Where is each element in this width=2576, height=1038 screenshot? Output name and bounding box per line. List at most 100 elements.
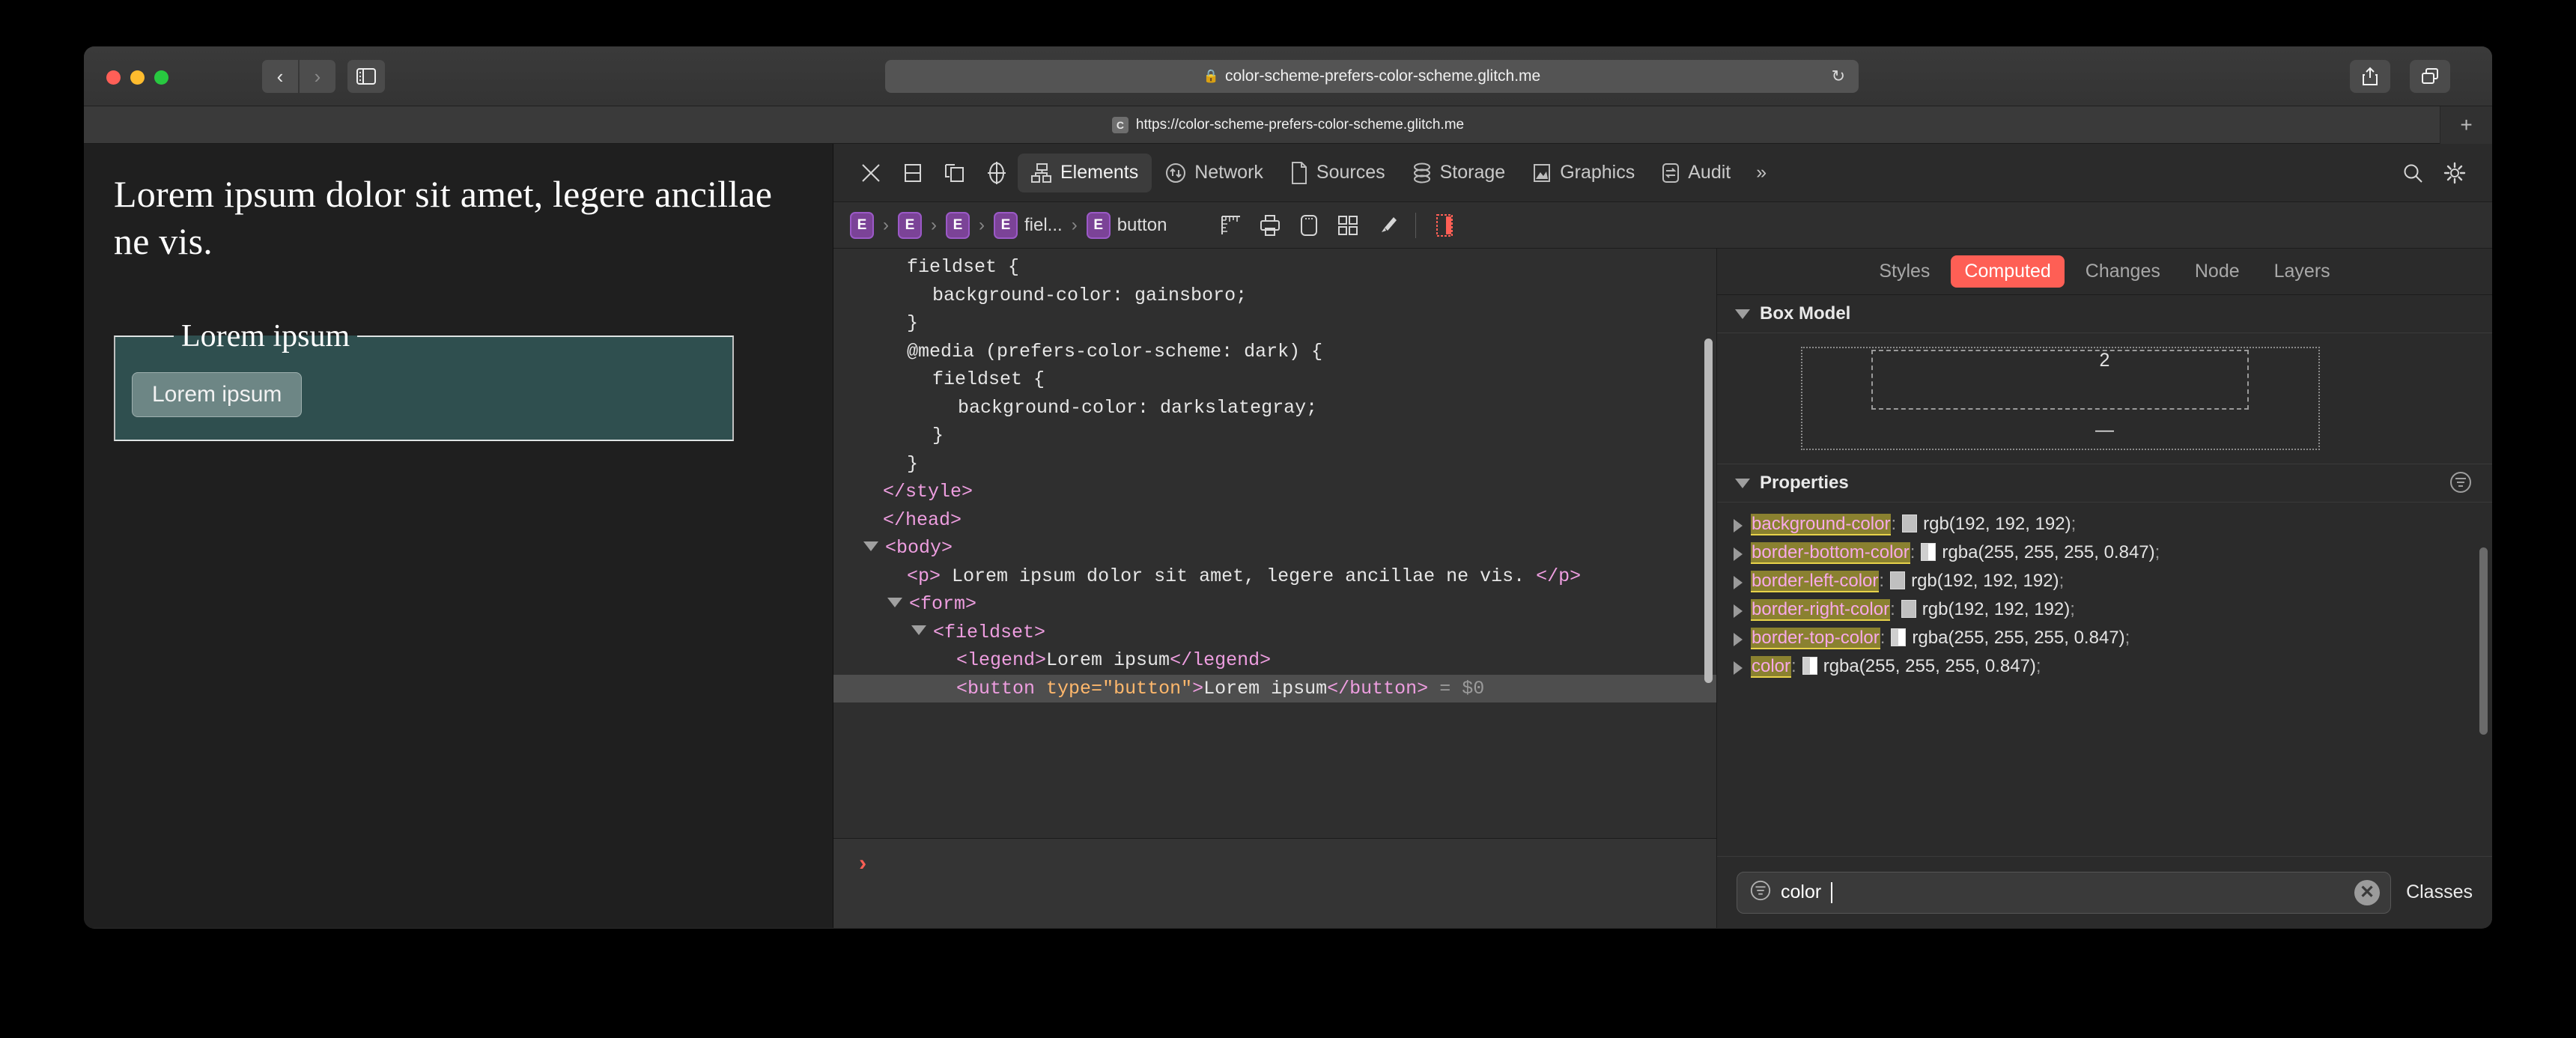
breadcrumb-item-1[interactable]: E xyxy=(898,211,922,239)
dom-tree-scrollbar[interactable] xyxy=(1704,339,1713,683)
share-button[interactable] xyxy=(2350,60,2390,93)
color-swatch[interactable] xyxy=(1901,600,1916,619)
highlight-element-button[interactable] xyxy=(1425,208,1464,243)
dom-line[interactable]: } xyxy=(833,309,1716,338)
dock-bottom-button[interactable] xyxy=(892,152,934,194)
devtools-close-button[interactable] xyxy=(850,152,892,194)
breadcrumb-item-button[interactable]: E button xyxy=(1086,211,1167,239)
maximize-window-button[interactable] xyxy=(154,70,168,85)
new-tab-button[interactable]: + xyxy=(2440,106,2492,144)
styles-sidebar-tabs: Styles Computed Changes Node Layers xyxy=(1717,249,2492,295)
color-swatch[interactable] xyxy=(1902,515,1918,532)
property-row[interactable]: background-color: rgb(192, 192, 192); xyxy=(1717,510,2492,538)
breadcrumb-item-fieldset[interactable]: E fiel... xyxy=(994,211,1063,239)
dock-side-button[interactable] xyxy=(934,152,976,194)
properties-filter-button[interactable] xyxy=(2449,470,2473,500)
collapse-triangle-icon[interactable] xyxy=(863,541,878,551)
property-value: rgb(192, 192, 192) xyxy=(1922,599,2071,620)
properties-section-header[interactable]: Properties xyxy=(1717,464,2492,503)
tab-node[interactable]: Node xyxy=(2181,255,2253,288)
tab-network[interactable]: Network xyxy=(1152,154,1277,192)
collapse-triangle-icon[interactable] xyxy=(911,625,926,636)
box-model-title: Box Model xyxy=(1760,303,1851,324)
tab-layers[interactable]: Layers xyxy=(2261,255,2344,288)
dock-bottom-icon xyxy=(905,163,921,182)
expand-triangle-icon[interactable] xyxy=(1734,547,1743,562)
back-button[interactable]: ‹ xyxy=(262,60,298,93)
chevron-down-icon xyxy=(1735,309,1750,319)
reload-icon[interactable]: ↻ xyxy=(1832,67,1845,86)
dom-line[interactable]: background-color: darkslategray; xyxy=(833,394,1716,422)
expand-triangle-icon[interactable] xyxy=(1734,604,1743,619)
page-button[interactable]: Lorem ipsum xyxy=(132,372,303,417)
dom-line-fieldset[interactable]: <fieldset> xyxy=(833,619,1716,647)
tab-styles[interactable]: Styles xyxy=(1865,255,1943,288)
property-row[interactable]: border-left-color: rgb(192, 192, 192); xyxy=(1717,567,2492,595)
expand-triangle-icon[interactable] xyxy=(1734,519,1743,532)
dom-line-button-selected[interactable]: <button type="button">Lorem ipsum</butto… xyxy=(833,674,1716,702)
close-window-button[interactable] xyxy=(106,70,121,85)
dom-line-legend[interactable]: <legend>Lorem ipsum</legend> xyxy=(833,646,1716,675)
dom-line[interactable]: </style> xyxy=(833,478,1716,506)
grid-button[interactable] xyxy=(1328,208,1367,243)
dom-line-form[interactable]: <form> xyxy=(833,590,1716,619)
tab-overview-button[interactable] xyxy=(2410,60,2450,93)
print-button[interactable] xyxy=(1251,208,1289,243)
browser-tab[interactable]: C https://color-scheme-prefers-color-sch… xyxy=(1111,116,1464,133)
clear-filter-button[interactable]: ✕ xyxy=(2354,879,2381,905)
dom-line[interactable]: } xyxy=(833,422,1716,450)
expand-triangle-icon[interactable] xyxy=(1734,576,1743,590)
tab-audit[interactable]: Audit xyxy=(1648,154,1744,192)
color-swatch[interactable] xyxy=(1890,571,1906,590)
minimize-window-button[interactable] xyxy=(130,70,145,85)
expand-triangle-icon[interactable] xyxy=(1734,633,1743,647)
dom-line[interactable]: @media (prefers-color-scheme: dark) { xyxy=(833,338,1716,366)
property-row[interactable]: border-bottom-color: rgba(255, 255, 255, … xyxy=(1717,538,2492,567)
dom-line-p[interactable]: <p> Lorem ipsum dolor sit amet, legere a… xyxy=(833,562,1716,591)
paintbrush-button[interactable] xyxy=(1367,208,1406,243)
dom-line[interactable]: background-color: gainsboro; xyxy=(833,282,1716,310)
tab-changes[interactable]: Changes xyxy=(2072,255,2174,288)
breadcrumb-item-2[interactable]: E xyxy=(946,211,970,239)
tab-computed[interactable]: Computed xyxy=(1951,255,2065,288)
tab-sources[interactable]: Sources xyxy=(1277,154,1399,192)
dom-line[interactable]: fieldset { xyxy=(833,365,1716,394)
classes-button[interactable]: Classes xyxy=(2406,881,2473,903)
collapse-triangle-icon[interactable] xyxy=(887,597,902,607)
more-tabs-button[interactable]: » xyxy=(1744,162,1778,183)
color-swatch[interactable] xyxy=(1802,657,1817,676)
elements-tree-icon xyxy=(1031,163,1052,183)
tab-elements[interactable]: Elements xyxy=(1018,153,1152,192)
property-row[interactable]: color: rgba(255, 255, 255, 0.847); xyxy=(1717,652,2492,681)
tab-graphics[interactable]: Graphics xyxy=(1519,154,1648,192)
tab-storage[interactable]: Storage xyxy=(1399,154,1519,192)
dom-line[interactable]: } xyxy=(833,450,1716,479)
sidebar-toggle-button[interactable] xyxy=(347,60,385,93)
property-name: background-color xyxy=(1751,514,1892,535)
console-panel[interactable]: › xyxy=(833,838,1716,928)
forward-button[interactable]: › xyxy=(300,60,335,93)
properties-scrollbar[interactable] xyxy=(2479,547,2488,735)
computed-properties-list: background-color: rgb(192, 192, 192); bor… xyxy=(1717,503,2492,856)
breadcrumb-item-0[interactable]: E xyxy=(850,211,874,239)
network-arrows-icon xyxy=(1165,163,1186,183)
sources-file-icon xyxy=(1290,161,1308,184)
property-row[interactable]: border-top-color: rgba(255, 255, 255, 0.8… xyxy=(1717,624,2492,652)
ruler-button[interactable] xyxy=(1212,208,1251,243)
address-bar[interactable]: 🔒 color-scheme-prefers-color-scheme.glit… xyxy=(885,60,1859,93)
dom-line[interactable]: </head> xyxy=(833,506,1716,535)
property-row[interactable]: border-right-color: rgb(192, 192, 192); xyxy=(1717,595,2492,624)
color-swatch[interactable] xyxy=(1921,543,1936,562)
inspect-element-button[interactable] xyxy=(976,152,1018,194)
box-model-border-value: 2 xyxy=(2099,350,2110,371)
box-model-section-header[interactable]: Box Model xyxy=(1717,295,2492,333)
devtools-settings-button[interactable] xyxy=(2434,152,2476,194)
dom-line-body[interactable]: <body> xyxy=(833,534,1716,562)
dom-line[interactable]: fieldset { xyxy=(833,253,1716,282)
device-button[interactable] xyxy=(1289,208,1328,243)
expand-triangle-icon[interactable] xyxy=(1734,661,1743,676)
filter-input[interactable]: color ✕ xyxy=(1737,871,2392,914)
color-swatch[interactable] xyxy=(1891,628,1907,647)
element-badge: E xyxy=(898,211,922,239)
devtools-search-button[interactable] xyxy=(2392,152,2434,194)
